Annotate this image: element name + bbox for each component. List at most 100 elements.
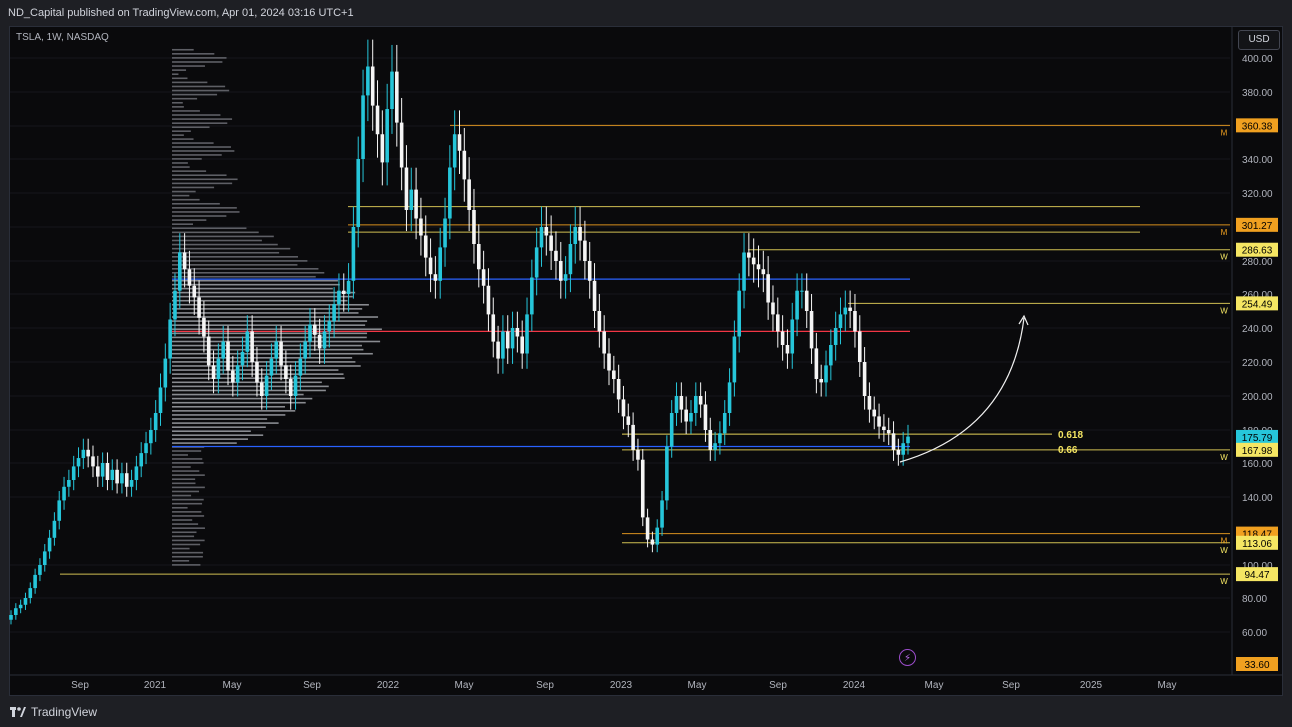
candle-body [703, 404, 708, 430]
profile-bar [172, 434, 264, 436]
time-tick-label: May [223, 680, 242, 691]
candle-body [9, 615, 13, 620]
fib-label: 0.618 [1058, 430, 1083, 441]
candle-body [505, 331, 510, 349]
time-tick-label: Sep [536, 680, 554, 691]
candle-body [587, 261, 592, 281]
profile-bar [172, 146, 231, 148]
candle-body [756, 264, 761, 270]
candle-body [76, 458, 81, 467]
profile-bar [172, 239, 262, 242]
candle-body [708, 430, 713, 450]
profile-bar [172, 256, 298, 258]
lightning-icon[interactable]: ⚡ [899, 649, 916, 666]
candle-body [857, 331, 862, 362]
candle-body [679, 396, 684, 410]
profile-bar [172, 523, 199, 525]
candle-body [96, 466, 100, 477]
timeframe-tag: M [1221, 537, 1228, 546]
candle-body [317, 334, 322, 349]
profile-bar [172, 247, 291, 250]
profile-bar [172, 138, 194, 140]
candle-body [592, 280, 597, 311]
candle-body [361, 95, 365, 159]
candle-body [115, 469, 119, 484]
candle-body [62, 486, 66, 501]
profile-bar [172, 410, 296, 412]
time-axis[interactable]: Sep 2021 May Sep 2022 May Sep 2023 May Sep 2024 May… [10, 674, 1282, 691]
profile-bar [172, 344, 362, 347]
profile-bar [172, 519, 193, 521]
symbol-label[interactable]: TSLA, 1W, NASDAQ [16, 32, 109, 43]
candle-body [18, 604, 23, 609]
tradingview-brand[interactable]: TradingView [10, 705, 97, 719]
profile-bar [172, 150, 235, 152]
profile-bar [172, 275, 316, 278]
candle-body [631, 424, 635, 450]
profile-bar [172, 69, 187, 71]
candle-body [713, 443, 717, 450]
profile-bar [172, 122, 228, 124]
price-chart[interactable]: 0.6180.66 60.0080.00100.00140.00160.0018… [0, 0, 1292, 727]
profile-bar [172, 357, 353, 359]
profile-bar [172, 454, 188, 456]
profile-bar [172, 462, 204, 464]
candle-body [790, 319, 795, 354]
time-tick-label: May [925, 680, 944, 691]
profile-bar [172, 539, 205, 542]
candle-body [780, 331, 785, 345]
candle-body [168, 319, 172, 359]
candle-body [742, 252, 746, 291]
profile-bar [172, 478, 196, 481]
profile-bar [172, 531, 197, 534]
candle-body [476, 244, 481, 270]
candle-body [211, 365, 216, 379]
profile-bar [172, 389, 326, 392]
candle-body [795, 290, 799, 320]
candle-body [882, 426, 886, 430]
candle-body [303, 341, 307, 359]
candle-body [669, 413, 674, 447]
candle-body [877, 416, 881, 427]
candle-body [351, 227, 356, 281]
candle-body [158, 387, 163, 413]
candle-body [443, 218, 447, 248]
profile-bar [172, 287, 333, 290]
profile-bar [172, 405, 286, 408]
profile-bar [172, 316, 379, 318]
candle-body [120, 473, 124, 484]
profile-bar [172, 543, 201, 546]
profile-bar [172, 154, 222, 156]
currency-button[interactable]: USD [1238, 30, 1280, 50]
candle-body [771, 302, 775, 315]
candle-body [886, 430, 891, 434]
profile-bar [172, 202, 220, 205]
candle-body [660, 500, 664, 528]
time-tick-label: May [455, 680, 474, 691]
profile-bar [172, 219, 207, 221]
candle-body [42, 551, 47, 565]
price-axis[interactable]: 60.0080.00100.00140.00160.00180.00200.00… [1220, 26, 1278, 675]
price-tick-label: 280.00 [1242, 257, 1273, 268]
profile-bar [172, 506, 188, 509]
candle-body [100, 463, 105, 477]
candle-body [279, 341, 283, 366]
candle-body [202, 317, 206, 337]
profile-bar [172, 235, 274, 238]
candle-body [14, 608, 18, 615]
candle-body [843, 307, 848, 315]
candle-body [510, 328, 515, 349]
profile-bar [172, 336, 367, 339]
candle-body [33, 574, 37, 589]
price-tick-label: 160.00 [1242, 459, 1273, 470]
profile-bar [172, 560, 190, 562]
candle-body [496, 341, 500, 359]
candle-body [221, 341, 225, 359]
candle-body [722, 413, 727, 434]
profile-bar [172, 118, 233, 120]
profile-bar [172, 283, 340, 286]
candle-body [163, 358, 168, 388]
candle-body [597, 311, 602, 332]
price-tick-label: 380.00 [1242, 88, 1273, 99]
profile-bar [172, 490, 200, 493]
